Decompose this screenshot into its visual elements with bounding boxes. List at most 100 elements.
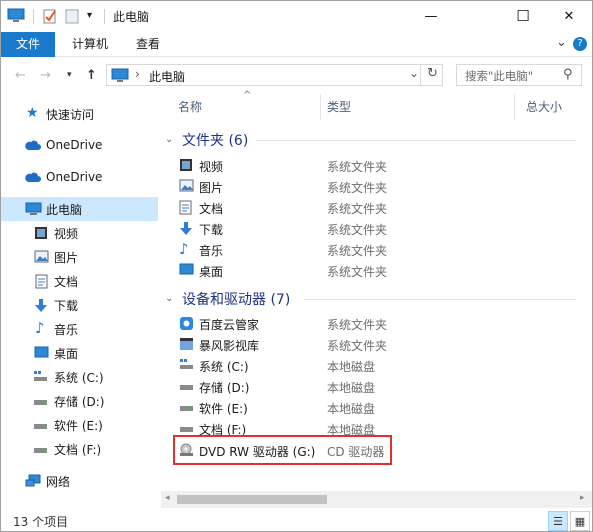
close-button[interactable]: ✕ [546,1,592,31]
sidebar-item-label: OneDrive [46,170,103,184]
item-name: 音乐 [199,244,224,258]
sidebar-item-label: 此电脑 [46,203,83,217]
drive-icon [33,442,48,456]
details-view-icon[interactable]: ☰ [548,511,568,531]
scrollbar-thumb[interactable] [177,495,327,504]
item-type: 系统文件夹 [327,265,388,279]
sidebar-item-music[interactable]: ♪ 音乐 [1,317,158,341]
forward-arrow-icon[interactable]: → [40,68,51,83]
sidebar-item-label: 文档 (F:) [54,443,102,457]
help-icon[interactable]: ? [573,37,587,51]
column-header-name[interactable]: 名称 [178,98,202,115]
search-box[interactable]: 搜索"此电脑" ⚲ [456,64,582,86]
sidebar-item-network[interactable]: 网络 [1,469,158,493]
window-title: 此电脑 [113,10,150,24]
group-header-devices[interactable]: 设备和驱动器 (7) [182,289,290,309]
list-item[interactable]: 视频 系统文件夹 [161,155,592,176]
column-header-size[interactable]: 总大小 [526,98,562,115]
sidebar-item-onedrive[interactable]: OneDrive [1,166,158,190]
item-name: 百度云管家 [199,318,260,332]
sidebar-item-documents[interactable]: 文档 [1,269,158,293]
system-drive-icon [179,358,194,373]
item-type: 系统文件夹 [327,318,388,332]
group-header-folders[interactable]: 文件夹 (6) [182,130,248,150]
group-collapse-chevron-icon[interactable]: ⌄ [165,134,173,145]
item-type: 系统文件夹 [327,160,388,174]
file-list: ^ 名称 类型 总大小 ⌄ 文件夹 (6) 视频 系统文件夹 图片 系统文件夹 [161,90,592,494]
pictures-icon [34,250,49,264]
cloud-icon [24,139,41,153]
sidebar-item-downloads[interactable]: 下载 [1,293,158,317]
scroll-right-icon[interactable]: ▸ [580,493,585,503]
sidebar-item-label: 系统 (C:) [54,371,104,385]
refresh-icon[interactable]: ↻ [427,66,438,81]
large-icons-view-icon[interactable]: ▦ [570,511,590,531]
sidebar-item-pictures[interactable]: 图片 [1,245,158,269]
sidebar-item-desktop[interactable]: 桌面 [1,341,158,365]
sidebar-item-drive-f[interactable]: 文档 (F:) [1,437,158,461]
column-divider[interactable] [320,94,321,120]
drive-icon [179,379,194,394]
group-divider [256,140,576,141]
status-bar: 13 个项目 ☰ ▦ [1,509,592,531]
item-type: 系统文件夹 [327,202,388,216]
address-bar[interactable]: › 此电脑 ⌄ ↻ [106,64,443,86]
pc-icon [25,202,42,216]
item-type: 系统文件夹 [327,339,388,353]
scroll-left-icon[interactable]: ◂ [165,493,170,503]
cloud-icon [24,171,41,185]
recent-locations-chevron-icon[interactable]: ▾ [67,70,72,80]
sidebar-item-drive-c[interactable]: 系统 (C:) [1,365,158,389]
documents-icon [179,200,194,215]
address-dropdown-chevron-icon[interactable]: ⌄ [409,66,419,80]
list-item[interactable]: 软件 (E:) 本地磁盘 [161,397,592,418]
customize-toolbar-chevron-icon[interactable]: ▾ [87,10,92,27]
search-icon: ⚲ [563,67,573,82]
up-arrow-icon[interactable]: ↑ [86,68,97,83]
sidebar-item-drive-e[interactable]: 软件 (E:) [1,413,158,437]
baidu-cloud-icon [179,316,194,331]
search-input[interactable]: 搜索"此电脑" [465,68,533,84]
sidebar-item-drive-d[interactable]: 存储 (D:) [1,389,158,413]
item-name: 下载 [199,223,224,237]
group-collapse-chevron-icon[interactable]: ⌄ [165,293,173,304]
back-arrow-icon[interactable]: ← [15,68,26,83]
item-count: 13 个项目 [13,515,69,529]
column-header-type[interactable]: 类型 [327,98,351,115]
list-item[interactable]: 存储 (D:) 本地磁盘 [161,376,592,397]
video-icon [179,158,194,173]
tab-computer[interactable]: 计算机 [61,32,119,57]
sidebar-item-videos[interactable]: 视频 [1,221,158,245]
list-item[interactable]: 系统 (C:) 本地磁盘 [161,355,592,376]
list-item[interactable]: 图片 系统文件夹 [161,176,592,197]
column-divider[interactable] [514,94,515,120]
list-item[interactable]: 桌面 系统文件夹 [161,260,592,281]
tab-file[interactable]: 文件 [1,32,55,57]
sidebar-item-onedrive[interactable]: OneDrive [1,134,158,158]
list-item[interactable]: ♪ 音乐 系统文件夹 [161,239,592,260]
sidebar-item-quick-access[interactable]: ★ 快速访问 [1,102,158,126]
new-folder-icon[interactable] [64,8,80,25]
item-name: 视频 [199,160,224,174]
breadcrumb-separator[interactable]: › [135,67,140,81]
desktop-icon [179,263,194,278]
list-item[interactable]: 暴风影视库 系统文件夹 [161,334,592,355]
sidebar-item-label: 音乐 [54,323,79,337]
toolbar-divider [33,9,34,24]
horizontal-scrollbar[interactable]: ◂ ▸ [161,491,592,508]
list-item[interactable]: 百度云管家 系统文件夹 [161,313,592,334]
list-item[interactable]: 下载 系统文件夹 [161,218,592,239]
pc-window-icon[interactable] [7,8,25,25]
sidebar-item-this-pc[interactable]: 此电脑 [1,197,158,221]
breadcrumb-this-pc[interactable]: 此电脑 [149,68,185,85]
sidebar-item-label: 软件 (E:) [54,419,103,433]
maximize-button[interactable]: ☐ [500,1,546,31]
toolbar-divider [104,9,105,24]
list-item[interactable]: 文档 系统文件夹 [161,197,592,218]
minimize-button[interactable]: — [408,1,454,31]
ribbon-expand-chevron-icon[interactable]: ⌄ [556,35,567,50]
pictures-icon [179,179,194,194]
tab-view[interactable]: 查看 [127,32,169,57]
properties-icon[interactable] [42,8,58,25]
sidebar-item-label: 桌面 [54,347,79,361]
